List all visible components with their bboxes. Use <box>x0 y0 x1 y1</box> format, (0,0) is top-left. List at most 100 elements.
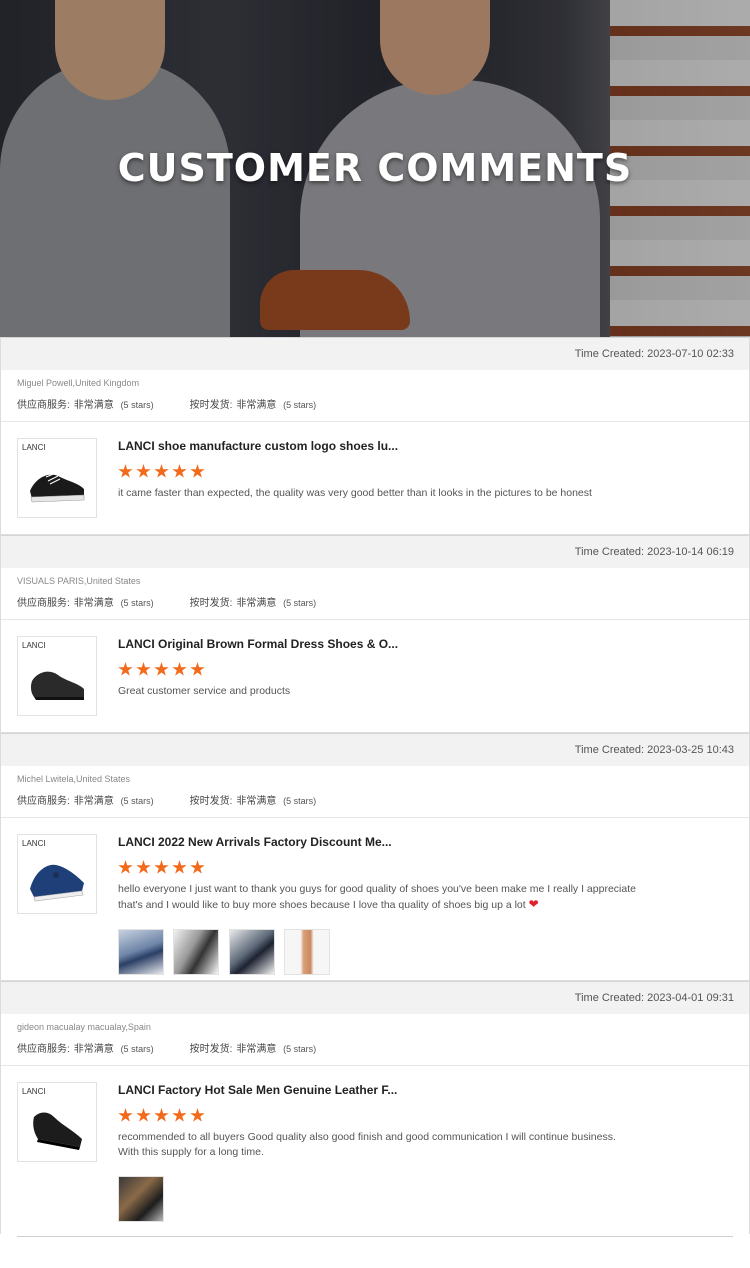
review-body: LANCI LANCI Original Brown Formal Dress … <box>1 620 749 716</box>
star-icon <box>118 464 133 478</box>
oxford-shoe-icon <box>33 1112 82 1150</box>
review-time: Time Created: 2023-10-14 06:19 <box>1 535 749 568</box>
product-thumbnail[interactable]: LANCI <box>17 636 97 716</box>
review-comment: recommended to all buyers Good quality a… <box>118 1131 616 1158</box>
star-icon <box>118 860 133 874</box>
service-label: 供应商服务: <box>17 598 70 609</box>
review-body: LANCI LANCI shoe manufacture custom logo… <box>1 422 749 518</box>
review-meta: VISUALS PARIS,United States 供应商服务: 非常满意 (… <box>1 568 749 620</box>
star-icon <box>136 1108 151 1122</box>
review-ratings: 供应商服务: 非常满意 (5 stars) 按时发货: 非常满意 (5 stars) <box>17 792 733 807</box>
brand-logo: LANCI <box>22 641 46 650</box>
page-title: CUSTOMER COMMENTS <box>117 146 633 190</box>
review-ratings: 供应商服务: 非常满意 (5 stars) 按时发货: 非常满意 (5 stars) <box>17 594 733 609</box>
review-author: VISUALS PARIS,United States <box>17 576 141 586</box>
star-icon <box>154 1108 169 1122</box>
review-photo[interactable] <box>118 929 164 975</box>
product-title-link[interactable]: LANCI Original Brown Formal Dress Shoes … <box>118 637 733 654</box>
star-icon <box>136 860 151 874</box>
product-thumbnail[interactable]: LANCI <box>17 834 97 914</box>
star-icon <box>190 1108 205 1122</box>
service-stars-text: (5 stars) <box>120 400 154 410</box>
rating-stars <box>118 464 733 480</box>
star-icon <box>154 662 169 676</box>
product-thumbnail[interactable]: LANCI <box>17 1082 97 1162</box>
review-photo[interactable] <box>284 929 331 975</box>
star-icon <box>154 464 169 478</box>
service-stars-text: (5 stars) <box>120 1044 154 1054</box>
star-icon <box>172 464 187 478</box>
delivery-value: 非常满意 <box>236 400 277 411</box>
review-author: Miguel Powell,United Kingdom <box>17 378 140 388</box>
review-card: Time Created: 2023-10-14 06:19 VISUALS P… <box>0 535 750 733</box>
review-meta: Miguel Powell,United Kingdom 供应商服务: 非常满意 … <box>1 370 749 422</box>
review-meta: gideon macualay macualay,Spain 供应商服务: 非常满… <box>1 1014 749 1066</box>
delivery-stars-text: (5 stars) <box>283 400 317 410</box>
review-card: Time Created: 2023-04-01 09:31 gideon ma… <box>0 981 750 1237</box>
star-icon <box>190 464 205 478</box>
delivery-label: 按时发货: <box>189 1044 233 1055</box>
review-ratings: 供应商服务: 非常满意 (5 stars) 按时发货: 非常满意 (5 stars) <box>17 1040 733 1055</box>
review-ratings: 供应商服务: 非常满意 (5 stars) 按时发货: 非常满意 (5 stars) <box>17 396 733 411</box>
star-icon <box>136 464 151 478</box>
review-comment: hello everyone I just want to thank you … <box>118 882 638 913</box>
delivery-label: 按时发货: <box>189 598 233 609</box>
delivery-stars-text: (5 stars) <box>283 796 317 806</box>
brand-logo: LANCI <box>22 839 46 848</box>
review-time: Time Created: 2023-03-25 10:43 <box>1 733 749 766</box>
review-card: Time Created: 2023-03-25 10:43 Michel Lw… <box>0 733 750 981</box>
star-icon <box>118 662 133 676</box>
star-icon <box>190 662 205 676</box>
review-body: LANCI LANCI 2022 New Arrivals Factory Di… <box>1 818 749 989</box>
review-photo[interactable] <box>173 929 220 975</box>
service-value: 非常满意 <box>73 598 114 609</box>
service-stars-text: (5 stars) <box>120 598 154 608</box>
hero-banner: CUSTOMER COMMENTS <box>0 0 750 337</box>
review-card: Time Created: 2023-07-10 02:33 Miguel Po… <box>0 337 750 535</box>
rating-stars <box>118 1108 733 1124</box>
review-photo[interactable] <box>228 929 275 975</box>
star-icon <box>154 860 169 874</box>
product-title-link[interactable]: LANCI Factory Hot Sale Men Genuine Leath… <box>118 1083 733 1100</box>
star-icon <box>172 1108 187 1122</box>
review-author: Michel Lwitela,United States <box>17 774 131 784</box>
delivery-value: 非常满意 <box>236 1044 277 1055</box>
review-comment: Great customer service and products <box>118 685 291 697</box>
delivery-label: 按时发货: <box>189 400 233 411</box>
dress-shoe-icon <box>30 671 85 700</box>
heart-icon: ❤ <box>528 897 539 911</box>
service-label: 供应商服务: <box>17 1044 70 1055</box>
service-label: 供应商服务: <box>17 400 70 411</box>
rating-stars <box>118 860 733 876</box>
review-meta: Michel Lwitela,United States 供应商服务: 非常满意 … <box>1 766 749 818</box>
rating-stars <box>118 662 733 678</box>
sneaker-icon <box>30 472 85 503</box>
brand-logo: LANCI <box>22 443 46 452</box>
delivery-stars-text: (5 stars) <box>283 1044 317 1054</box>
review-photos <box>118 1176 733 1222</box>
review-body: LANCI LANCI Factory Hot Sale Men Genuine… <box>1 1066 749 1236</box>
star-icon <box>136 662 151 676</box>
star-icon <box>172 860 187 874</box>
star-icon <box>190 860 205 874</box>
product-thumbnail[interactable]: LANCI <box>17 438 97 518</box>
loafer-icon <box>30 864 84 902</box>
review-author: gideon macualay macualay,Spain <box>17 1022 151 1032</box>
review-photos <box>118 929 733 975</box>
delivery-label: 按时发货: <box>189 796 233 807</box>
comment-text: hello everyone I just want to thank you … <box>118 883 636 911</box>
delivery-value: 非常满意 <box>236 796 277 807</box>
service-value: 非常满意 <box>73 1044 114 1055</box>
star-icon <box>118 1108 133 1122</box>
product-title-link[interactable]: LANCI 2022 New Arrivals Factory Discount… <box>118 835 733 852</box>
product-title-link[interactable]: LANCI shoe manufacture custom logo shoes… <box>118 439 733 456</box>
delivery-stars-text: (5 stars) <box>283 598 317 608</box>
service-label: 供应商服务: <box>17 796 70 807</box>
review-photo[interactable] <box>118 1176 164 1222</box>
brand-logo: LANCI <box>22 1087 46 1096</box>
star-icon <box>172 662 187 676</box>
service-value: 非常满意 <box>73 796 114 807</box>
service-stars-text: (5 stars) <box>120 796 154 806</box>
service-value: 非常满意 <box>73 400 114 411</box>
divider <box>17 1236 733 1237</box>
